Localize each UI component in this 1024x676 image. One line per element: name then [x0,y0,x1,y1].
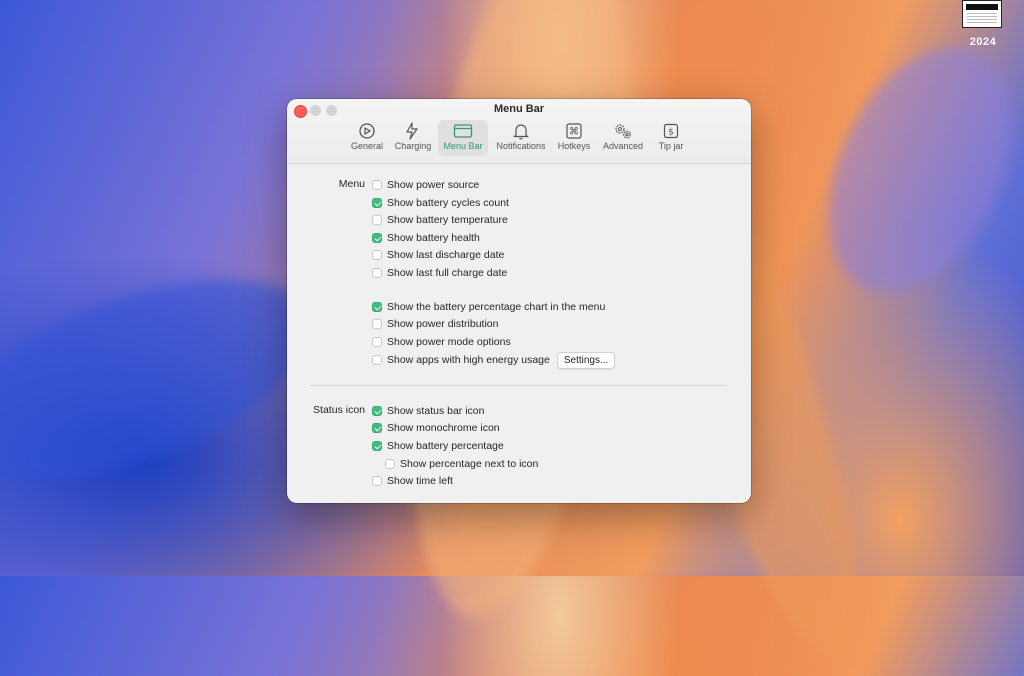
menubar-icon [453,124,473,138]
checkbox[interactable] [372,198,382,208]
tab-tip-jar[interactable]: $ Tip jar [651,120,691,156]
option-show-status-bar-icon[interactable]: Show status bar icon [372,404,484,418]
wallpaper-streak [792,18,1024,322]
menu-bar-settings: Menu Show power source Show battery cycl… [287,164,751,503]
tab-advanced[interactable]: Advanced [598,120,648,156]
checkbox[interactable] [372,302,382,312]
settings-button[interactable]: Settings... [556,351,616,369]
desktop-file-label[interactable]: 2024 [958,36,1008,48]
tab-general[interactable]: General [345,120,389,156]
bolt-icon [406,122,418,140]
status-icon-section-label: Status icon [313,404,365,416]
section-divider [311,385,727,386]
option-show-battery-temperature[interactable]: Show battery temperature [372,213,508,227]
tab-menu-bar[interactable]: Menu Bar [438,120,488,156]
tab-charging[interactable]: Charging [391,120,435,156]
checkbox[interactable] [372,233,382,243]
option-show-monochrome-icon[interactable]: Show monochrome icon [372,421,500,435]
gears-icon [615,124,631,139]
checkbox[interactable] [372,319,382,329]
option-show-high-energy-apps[interactable]: Show apps with high energy usage Setting… [372,351,616,369]
checkbox[interactable] [372,180,382,190]
option-show-battery-health[interactable]: Show battery health [372,231,480,245]
checkbox[interactable] [372,355,382,365]
checkbox[interactable] [372,337,382,347]
dollar-icon: $ [663,123,679,139]
menu-section-label: Menu [338,178,365,190]
wallpaper-streak [0,239,336,521]
checkbox[interactable] [372,268,382,278]
svg-text:⌘: ⌘ [569,127,579,138]
svg-text:$: $ [668,128,674,138]
bell-icon [513,124,529,140]
option-show-power-mode-options[interactable]: Show power mode options [372,335,511,349]
gauge-icon [359,123,375,139]
window-title: Menu Bar [493,103,545,115]
tab-notifications[interactable]: Notifications [491,120,551,156]
option-show-power-distribution[interactable]: Show power distribution [372,317,498,331]
option-show-battery-cycles[interactable]: Show battery cycles count [372,196,509,210]
checkbox[interactable] [372,250,382,260]
checkbox[interactable] [372,215,382,225]
checkbox[interactable] [372,441,382,451]
option-show-percentage-next-to-icon[interactable]: Show percentage next to icon [385,457,538,471]
option-show-battery-percentage[interactable]: Show battery percentage [372,439,504,453]
option-show-power-source[interactable]: Show power source [372,178,479,192]
option-show-last-discharge-date[interactable]: Show last discharge date [372,248,504,262]
option-show-percentage-chart[interactable]: Show the battery percentage chart in the… [372,300,605,314]
preferences-window: Menu Bar General Charging Menu Bar Notif… [287,99,751,503]
checkbox[interactable] [372,423,382,433]
command-key-icon: ⌘ [566,123,582,139]
desktop-file-thumbnail[interactable] [962,0,1002,28]
option-show-last-full-charge-date[interactable]: Show last full charge date [372,266,507,280]
checkbox[interactable] [372,476,382,486]
window-titlebar: Menu Bar General Charging Menu Bar Notif… [287,99,751,164]
option-show-time-left[interactable]: Show time left [372,474,453,488]
tab-hotkeys[interactable]: ⌘ Hotkeys [553,120,595,156]
checkbox[interactable] [385,459,395,469]
checkbox[interactable] [372,406,382,416]
